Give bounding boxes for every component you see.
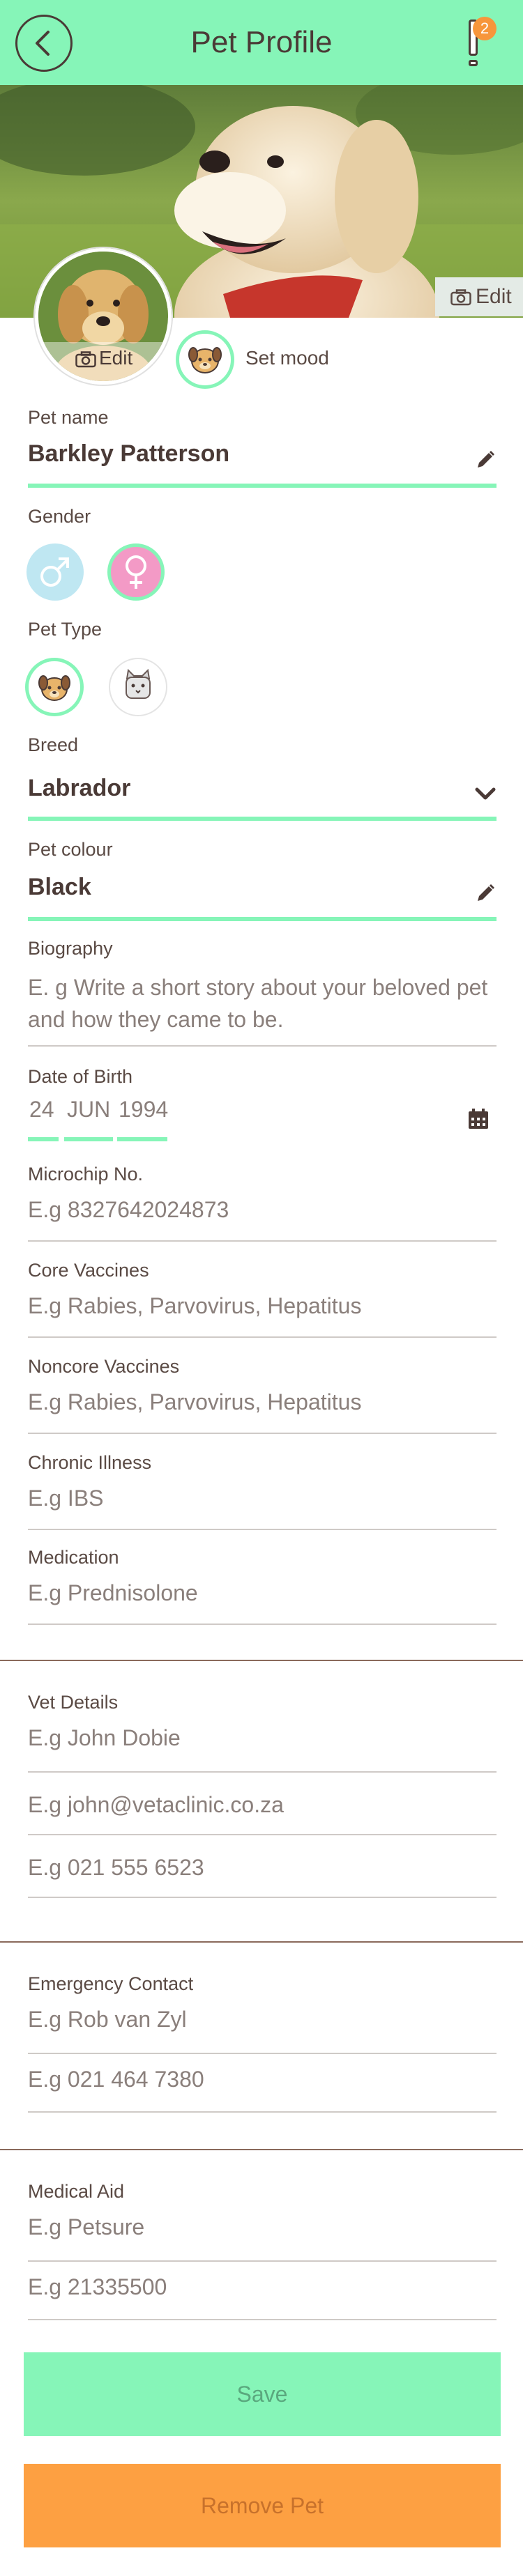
chronic-illness-label: Chronic Illness	[28, 1452, 152, 1473]
chronic-illness-underline	[28, 1529, 497, 1530]
vet-name-underline	[28, 1771, 497, 1773]
camera-icon	[450, 289, 471, 306]
pet-colour-label: Pet colour	[28, 839, 113, 860]
biography-underline	[28, 1045, 497, 1047]
set-mood-label[interactable]: Set mood	[245, 347, 329, 369]
app-header: Pet Profile 2	[0, 0, 523, 85]
pet-name-field[interactable]: Barkley Patterson	[28, 440, 229, 468]
pet-type-cat-button[interactable]	[109, 658, 167, 716]
section-divider	[0, 2149, 523, 2150]
emergency-phone-underline	[28, 2111, 497, 2113]
exclamation-dot	[469, 60, 478, 66]
noncore-vaccines-underline	[28, 1433, 497, 1434]
calendar-icon[interactable]	[467, 1108, 490, 1130]
gender-male-button[interactable]	[26, 543, 84, 601]
remove-pet-button[interactable]: Remove Pet	[24, 2464, 501, 2547]
medical-aid-number-underline	[28, 2319, 497, 2320]
medication-underline	[28, 1624, 497, 1625]
vet-phone-field[interactable]: E.g 021 555 6523	[28, 1855, 204, 1881]
breed-underline	[28, 817, 497, 821]
notification-badge: 2	[473, 17, 497, 40]
medication-label: Medication	[28, 1547, 119, 1568]
dob-day-underline	[28, 1137, 59, 1141]
save-button[interactable]: Save	[24, 2352, 501, 2436]
vet-email-underline	[28, 1834, 497, 1835]
biography-field[interactable]: E. g Write a short story about your belo…	[28, 971, 502, 1035]
breed-label: Breed	[28, 734, 79, 755]
camera-icon	[75, 350, 96, 367]
pet-colour-field[interactable]: Black	[28, 874, 91, 901]
biography-label: Biography	[28, 938, 113, 959]
pet-type-dog-button[interactable]	[25, 658, 84, 716]
pet-type-label: Pet Type	[28, 619, 103, 640]
gender-label: Gender	[28, 506, 91, 527]
medical-aid-provider-underline	[28, 2260, 497, 2262]
vet-name-field[interactable]: E.g John Dobie	[28, 1725, 181, 1751]
dob-month-underline	[64, 1137, 113, 1141]
set-mood-button[interactable]	[176, 330, 234, 389]
pencil-icon[interactable]	[474, 449, 497, 471]
medical-aid-label: Medical Aid	[28, 2181, 125, 2202]
core-vaccines-underline	[28, 1336, 497, 1338]
medical-aid-number-field[interactable]: E.g 21335500	[28, 2274, 167, 2300]
emergency-phone-field[interactable]: E.g 021 464 7380	[28, 2067, 204, 2092]
dob-label: Date of Birth	[28, 1066, 133, 1087]
microchip-underline	[28, 1240, 497, 1242]
cat-face-icon	[126, 668, 151, 699]
core-vaccines-label: Core Vaccines	[28, 1260, 149, 1281]
vet-details-label: Vet Details	[28, 1692, 119, 1713]
core-vaccines-field[interactable]: E.g Rabies, Parvovirus, Hepatitus	[28, 1293, 361, 1319]
microchip-label: Microchip No.	[28, 1164, 144, 1185]
medication-field[interactable]: E.g Prednisolone	[28, 1580, 198, 1606]
microchip-field[interactable]: E.g 8327642024873	[28, 1197, 229, 1223]
pet-name-underline	[28, 484, 497, 488]
male-symbol-icon	[40, 557, 69, 587]
emergency-contact-label: Emergency Contact	[28, 1973, 194, 1994]
chronic-illness-field[interactable]: E.g IBS	[28, 1486, 104, 1511]
pencil-icon[interactable]	[474, 882, 497, 904]
chevron-down-icon[interactable]	[471, 783, 499, 804]
dob-year-underline	[117, 1137, 167, 1141]
edit-cover-label: Edit	[476, 285, 512, 308]
dob-month-field[interactable]: JUN	[67, 1097, 110, 1123]
vet-phone-underline	[28, 1897, 497, 1898]
edit-avatar-label: Edit	[99, 347, 133, 369]
gender-female-button[interactable]	[107, 543, 165, 601]
female-symbol-icon	[126, 555, 146, 589]
pet-colour-underline	[28, 917, 497, 921]
dob-day-field[interactable]: 24	[29, 1097, 54, 1123]
section-divider	[0, 1660, 523, 1661]
noncore-vaccines-label: Noncore Vaccines	[28, 1356, 180, 1377]
section-divider	[0, 1941, 523, 1943]
noncore-vaccines-field[interactable]: E.g Rabies, Parvovirus, Hepatitus	[28, 1389, 361, 1415]
medical-aid-provider-field[interactable]: E.g Petsure	[28, 2214, 144, 2240]
dog-face-icon	[188, 347, 222, 373]
emergency-name-underline	[28, 2053, 497, 2054]
edit-avatar-button[interactable]: Edit	[75, 347, 132, 369]
dog-face-icon	[38, 675, 70, 701]
vet-email-field[interactable]: E.g john@vetaclinic.co.za	[28, 1792, 284, 1818]
breed-select[interactable]: Labrador	[28, 775, 130, 802]
dob-year-field[interactable]: 1994	[119, 1097, 168, 1123]
page-title: Pet Profile	[190, 25, 333, 59]
emergency-name-field[interactable]: E.g Rob van Zyl	[28, 2007, 187, 2033]
edit-cover-button[interactable]: Edit	[435, 277, 523, 316]
pet-name-label: Pet name	[28, 407, 109, 428]
